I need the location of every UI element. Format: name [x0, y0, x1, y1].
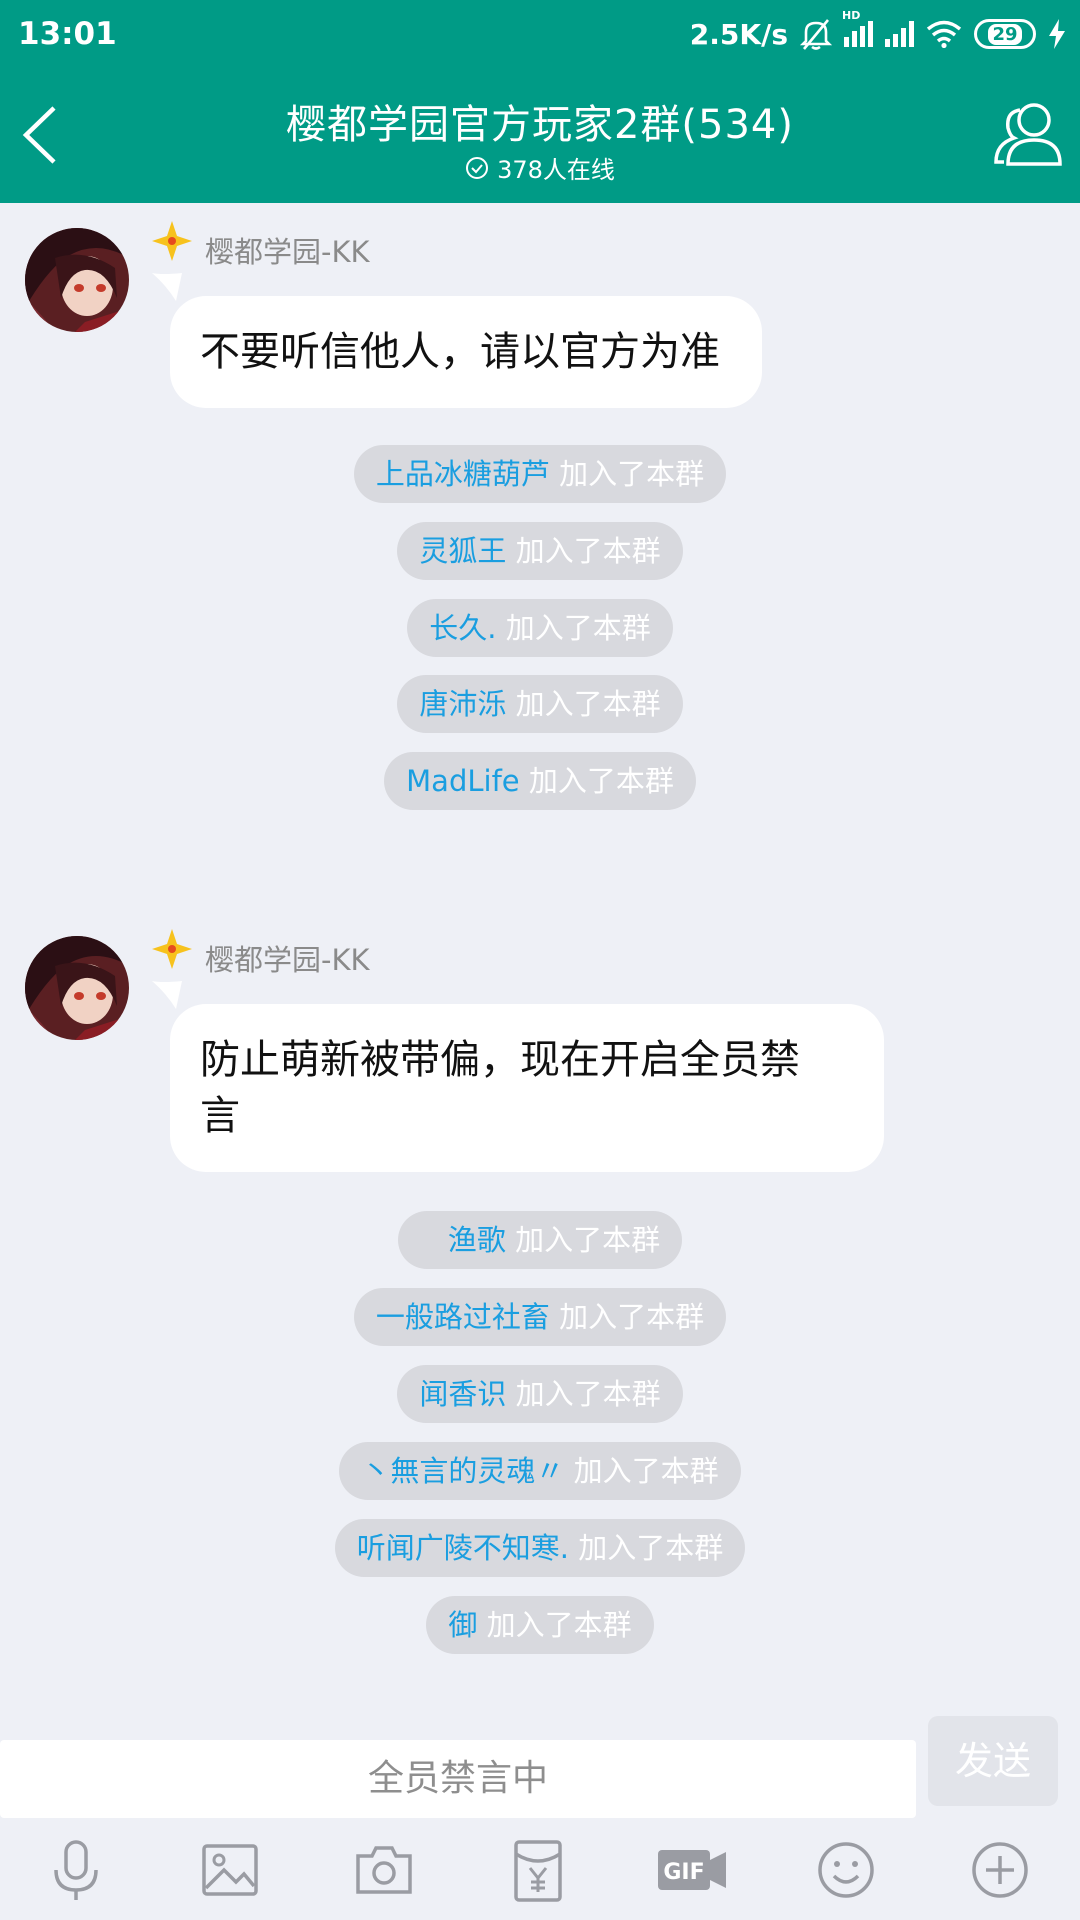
system-notice: 上品冰糖葫芦 加入了本群: [0, 445, 1080, 503]
member-name[interactable]: 一般路过社畜: [376, 1300, 550, 1334]
member-name[interactable]: 渔歌: [420, 1223, 506, 1257]
battery-icon: 29: [974, 19, 1036, 49]
gif-icon[interactable]: GIF: [656, 1834, 728, 1906]
system-notice: 御 加入了本群: [0, 1596, 1080, 1654]
check-circle-icon: [466, 156, 489, 179]
member-name[interactable]: 唐沛泺: [419, 687, 506, 721]
member-name[interactable]: 御: [448, 1608, 477, 1642]
system-notice: 长久. 加入了本群: [0, 599, 1080, 657]
message-bubble[interactable]: 防止萌新被带偏，现在开启全员禁 言: [170, 1004, 884, 1172]
avatar[interactable]: [25, 228, 129, 332]
system-notice: 丶無言的灵魂〃 加入了本群: [0, 1442, 1080, 1500]
system-notice: 闻香识 加入了本群: [0, 1365, 1080, 1423]
online-count: 378人在线: [497, 156, 615, 184]
send-button[interactable]: 发送: [928, 1716, 1058, 1806]
admin-badge-icon: [152, 221, 192, 261]
member-name[interactable]: MadLife: [406, 764, 519, 798]
camera-icon[interactable]: [348, 1834, 420, 1906]
red-packet-icon[interactable]: [502, 1834, 574, 1906]
member-name[interactable]: 闻香识: [419, 1377, 506, 1411]
system-notice: 听闻广陵不知寒. 加入了本群: [0, 1519, 1080, 1577]
chat-header: 樱都学园官方玩家2群(534) 378人在线: [0, 70, 1080, 203]
status-bar: 13:01 2.5K/s HD 29: [0, 0, 1080, 70]
input-toolbar: GIF: [0, 1820, 1080, 1920]
svg-text:GIF: GIF: [663, 1860, 704, 1885]
signal-icon: [885, 21, 914, 47]
emoji-icon[interactable]: [810, 1834, 882, 1906]
system-notice: 一般路过社畜 加入了本群: [0, 1288, 1080, 1346]
sender-name: 樱都学园-KK: [205, 235, 370, 269]
member-name[interactable]: 灵狐王: [419, 534, 506, 568]
chat-list[interactable]: 樱都学园-KK 不要听信他人，请以官方为准 上品冰糖葫芦 加入了本群 灵狐王 加…: [0, 203, 1080, 1710]
admin-badge-icon: [152, 929, 192, 969]
status-time: 13:01: [18, 16, 117, 52]
system-notice: 灵狐王 加入了本群: [0, 522, 1080, 580]
group-members-icon[interactable]: [990, 98, 1068, 174]
group-title[interactable]: 樱都学园官方玩家2群(534): [0, 92, 1080, 150]
network-speed: 2.5K/s: [689, 17, 788, 51]
wifi-icon: [926, 20, 962, 48]
charging-icon: [1049, 19, 1065, 49]
avatar[interactable]: [25, 936, 129, 1040]
message-input[interactable]: 全员禁言中: [0, 1740, 916, 1818]
sender-name: 樱都学园-KK: [205, 943, 370, 977]
signal-hd-icon: HD: [842, 9, 873, 47]
member-name[interactable]: 长久.: [429, 611, 496, 645]
online-status: 378人在线: [0, 150, 1080, 185]
mic-icon[interactable]: [40, 1834, 112, 1906]
plus-icon[interactable]: [964, 1834, 1036, 1906]
member-name[interactable]: 丶無言的灵魂〃: [361, 1454, 564, 1488]
input-area: 全员禁言中 发送: [0, 1710, 1080, 1820]
message-bubble[interactable]: 不要听信他人，请以官方为准: [170, 296, 762, 408]
member-name[interactable]: 上品冰糖葫芦: [376, 457, 550, 491]
system-notice: 渔歌 加入了本群: [0, 1211, 1080, 1269]
member-name[interactable]: 听闻广陵不知寒.: [357, 1531, 569, 1565]
image-icon[interactable]: [194, 1834, 266, 1906]
mute-bell-icon: [800, 19, 832, 50]
bubble-tail: [152, 273, 182, 301]
bubble-tail: [152, 981, 182, 1009]
system-notice: 唐沛泺 加入了本群: [0, 675, 1080, 733]
system-notice: MadLife 加入了本群: [0, 752, 1080, 810]
status-icons: 2.5K/s HD 29: [689, 9, 1066, 54]
